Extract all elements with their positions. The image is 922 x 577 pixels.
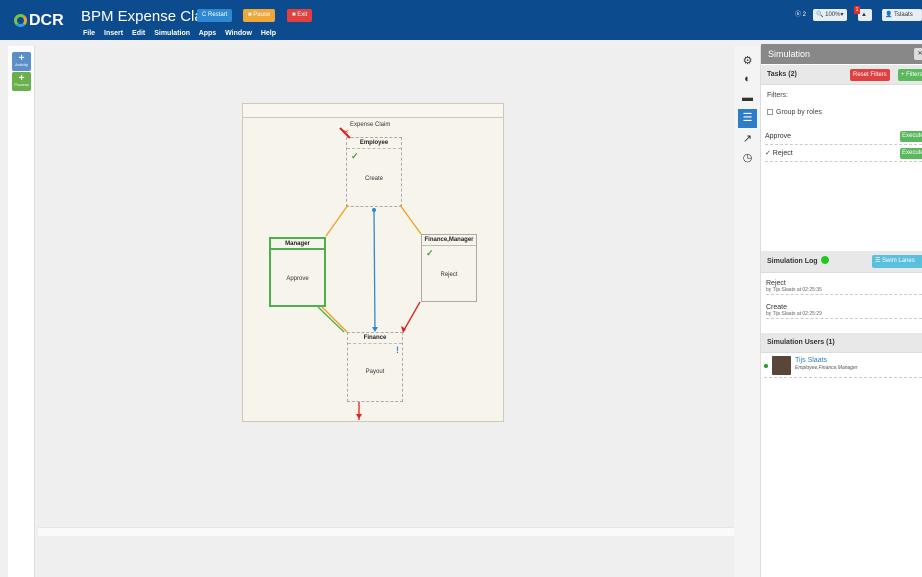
log-entry: Create by Tijs Slaats at 02:25:29 — [766, 304, 922, 319]
activity-approve[interactable]: Manager Approve — [269, 237, 326, 307]
user-roles: Employee,Finance,Manager — [795, 365, 858, 371]
tasks-title: Tasks (2) — [767, 71, 797, 78]
simulation-users-title: Simulation Users (1) — [767, 339, 835, 346]
status-dot-icon — [820, 256, 829, 264]
online-dot-icon — [764, 364, 768, 368]
activity-role: Finance,Manager — [422, 235, 476, 246]
simulation-log-bar: Simulation Log ☰ Swim Lanes — [761, 251, 922, 273]
simulation-header: Simulation ✕ — [761, 44, 922, 64]
list-icon[interactable]: ☰ — [738, 109, 757, 128]
exit-button[interactable]: ■ Exit — [287, 9, 313, 22]
add-activity-label: Activity — [15, 62, 28, 67]
tasks-bar: Tasks (2) Reset Filters + Filters — [761, 65, 922, 85]
add-filters-button[interactable]: + Filters — [898, 69, 922, 81]
activity-label: Reject — [440, 272, 458, 278]
notifications-button[interactable]: 1 ▲ — [854, 6, 872, 21]
zoom-dropdown[interactable]: 🔍 100%▾ — [813, 9, 847, 21]
gear-icon[interactable]: ⚙ — [738, 52, 757, 71]
log-meta: by Tijs Slaats at 02:25:35 — [766, 287, 822, 293]
dcr-logo[interactable]: DCR — [14, 12, 64, 30]
avatar — [772, 356, 791, 375]
task-row: Approve Execute — [765, 129, 922, 145]
menu-file[interactable]: File — [83, 30, 95, 37]
pause-button[interactable]: ■ Pause — [243, 9, 276, 22]
eye-slash-icon[interactable]: ◐ — [738, 70, 757, 89]
process-title: Expense Claim — [350, 122, 391, 128]
activity-label: Payout — [365, 369, 385, 375]
add-process-label: Process — [14, 82, 29, 87]
simulation-users-bar: Simulation Users (1) — [761, 333, 922, 353]
reset-filters-button[interactable]: Reset Filters — [850, 69, 890, 81]
execute-button[interactable]: Execute — [900, 131, 922, 142]
group-by-roles[interactable]: Group by roles — [767, 109, 822, 116]
activity-role: Employee — [347, 138, 401, 149]
log-meta: by Tijs Slaats at 02:25:29 — [766, 311, 822, 317]
share-count[interactable]: ⓑ 2 — [792, 9, 809, 21]
pending-icon: ! — [396, 345, 399, 355]
activity-role: Manager — [271, 239, 324, 250]
bell-icon: ▲ — [861, 12, 867, 18]
executed-check-icon: ✓ — [351, 151, 359, 161]
task-name: ✓ Reject — [765, 150, 793, 157]
simulation-panel: Simulation ✕ Tasks (2) Reset Filters + F… — [761, 44, 922, 577]
menu-insert[interactable]: Insert — [104, 30, 123, 37]
filters-label: Filters: — [767, 92, 788, 99]
restart-button[interactable]: C Restart — [197, 9, 233, 22]
add-activity-button[interactable]: + Activity — [12, 52, 31, 71]
activity-reject[interactable]: Finance,Manager ✓ Reject — [421, 234, 477, 302]
comment-icon[interactable]: ▬ — [738, 89, 757, 108]
logo-icon — [14, 14, 27, 27]
activity-role: Finance — [348, 333, 402, 344]
activity-create[interactable]: Employee ✓ Create — [346, 137, 402, 207]
side-icon-column: ⚙ ◐ ▬ ☰ ↗ ◷ — [734, 46, 761, 577]
menu-window[interactable]: Window — [225, 30, 252, 37]
clock-icon[interactable]: ◷ — [738, 149, 757, 168]
task-row: ✓ Reject Execute — [765, 146, 922, 162]
executed-check-icon: ✓ — [426, 248, 434, 258]
activity-label: Create — [364, 176, 383, 182]
user-menu[interactable]: 👤 Tslaats — [882, 9, 922, 21]
menu-simulation[interactable]: Simulation — [154, 30, 190, 37]
log-entry: Reject by Tijs Slaats at 02:25:35 — [766, 280, 922, 295]
log-event: Create — [766, 304, 788, 311]
group-by-roles-label: Group by roles — [776, 109, 822, 116]
activity-label: Approve — [286, 276, 309, 282]
add-process-button[interactable]: + Process — [12, 72, 31, 91]
share-icon[interactable]: ↗ — [738, 130, 757, 149]
user-name[interactable]: Tijs Slaats — [795, 357, 827, 364]
horizontal-scrollbar[interactable] — [38, 527, 734, 536]
top-bar: DCR BPM Expense Claim C Restart ■ Pause … — [0, 0, 922, 40]
activity-payout[interactable]: Finance ! Payout — [347, 332, 403, 402]
notification-badge: 1 — [854, 6, 860, 14]
tool-column: + Activity + Process — [8, 46, 35, 577]
pool-header — [243, 104, 503, 118]
simulation-title: Simulation — [768, 49, 811, 59]
menu-edit[interactable]: Edit — [132, 30, 145, 37]
user-row[interactable]: Tijs Slaats Employee,Finance,Manager — [764, 354, 922, 378]
menu-help[interactable]: Help — [261, 30, 276, 37]
menu-bar: File Insert Edit Simulation Apps Window … — [83, 30, 283, 37]
simulation-log-title: Simulation Log — [767, 258, 818, 265]
swim-lanes-button[interactable]: ☰ Swim Lanes — [872, 255, 922, 268]
log-event: Reject — [766, 280, 786, 287]
group-by-roles-checkbox[interactable] — [767, 109, 773, 115]
logo-text: DCR — [29, 12, 64, 29]
close-panel-button[interactable]: ✕ — [914, 48, 922, 60]
task-name: Approve — [765, 133, 792, 140]
execute-button[interactable]: Execute — [900, 148, 922, 159]
menu-apps[interactable]: Apps — [199, 30, 217, 37]
